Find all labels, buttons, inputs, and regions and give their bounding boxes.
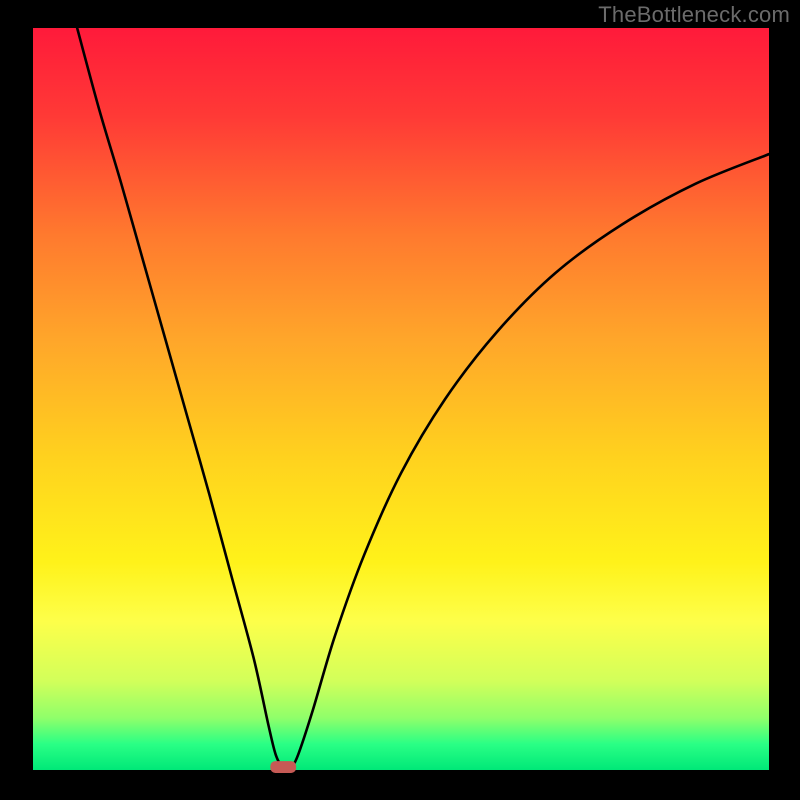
- bottleneck-chart: [0, 0, 800, 800]
- watermark-text: TheBottleneck.com: [598, 2, 790, 28]
- minimum-marker: [270, 761, 296, 773]
- plot-background: [33, 28, 769, 770]
- chart-frame: TheBottleneck.com: [0, 0, 800, 800]
